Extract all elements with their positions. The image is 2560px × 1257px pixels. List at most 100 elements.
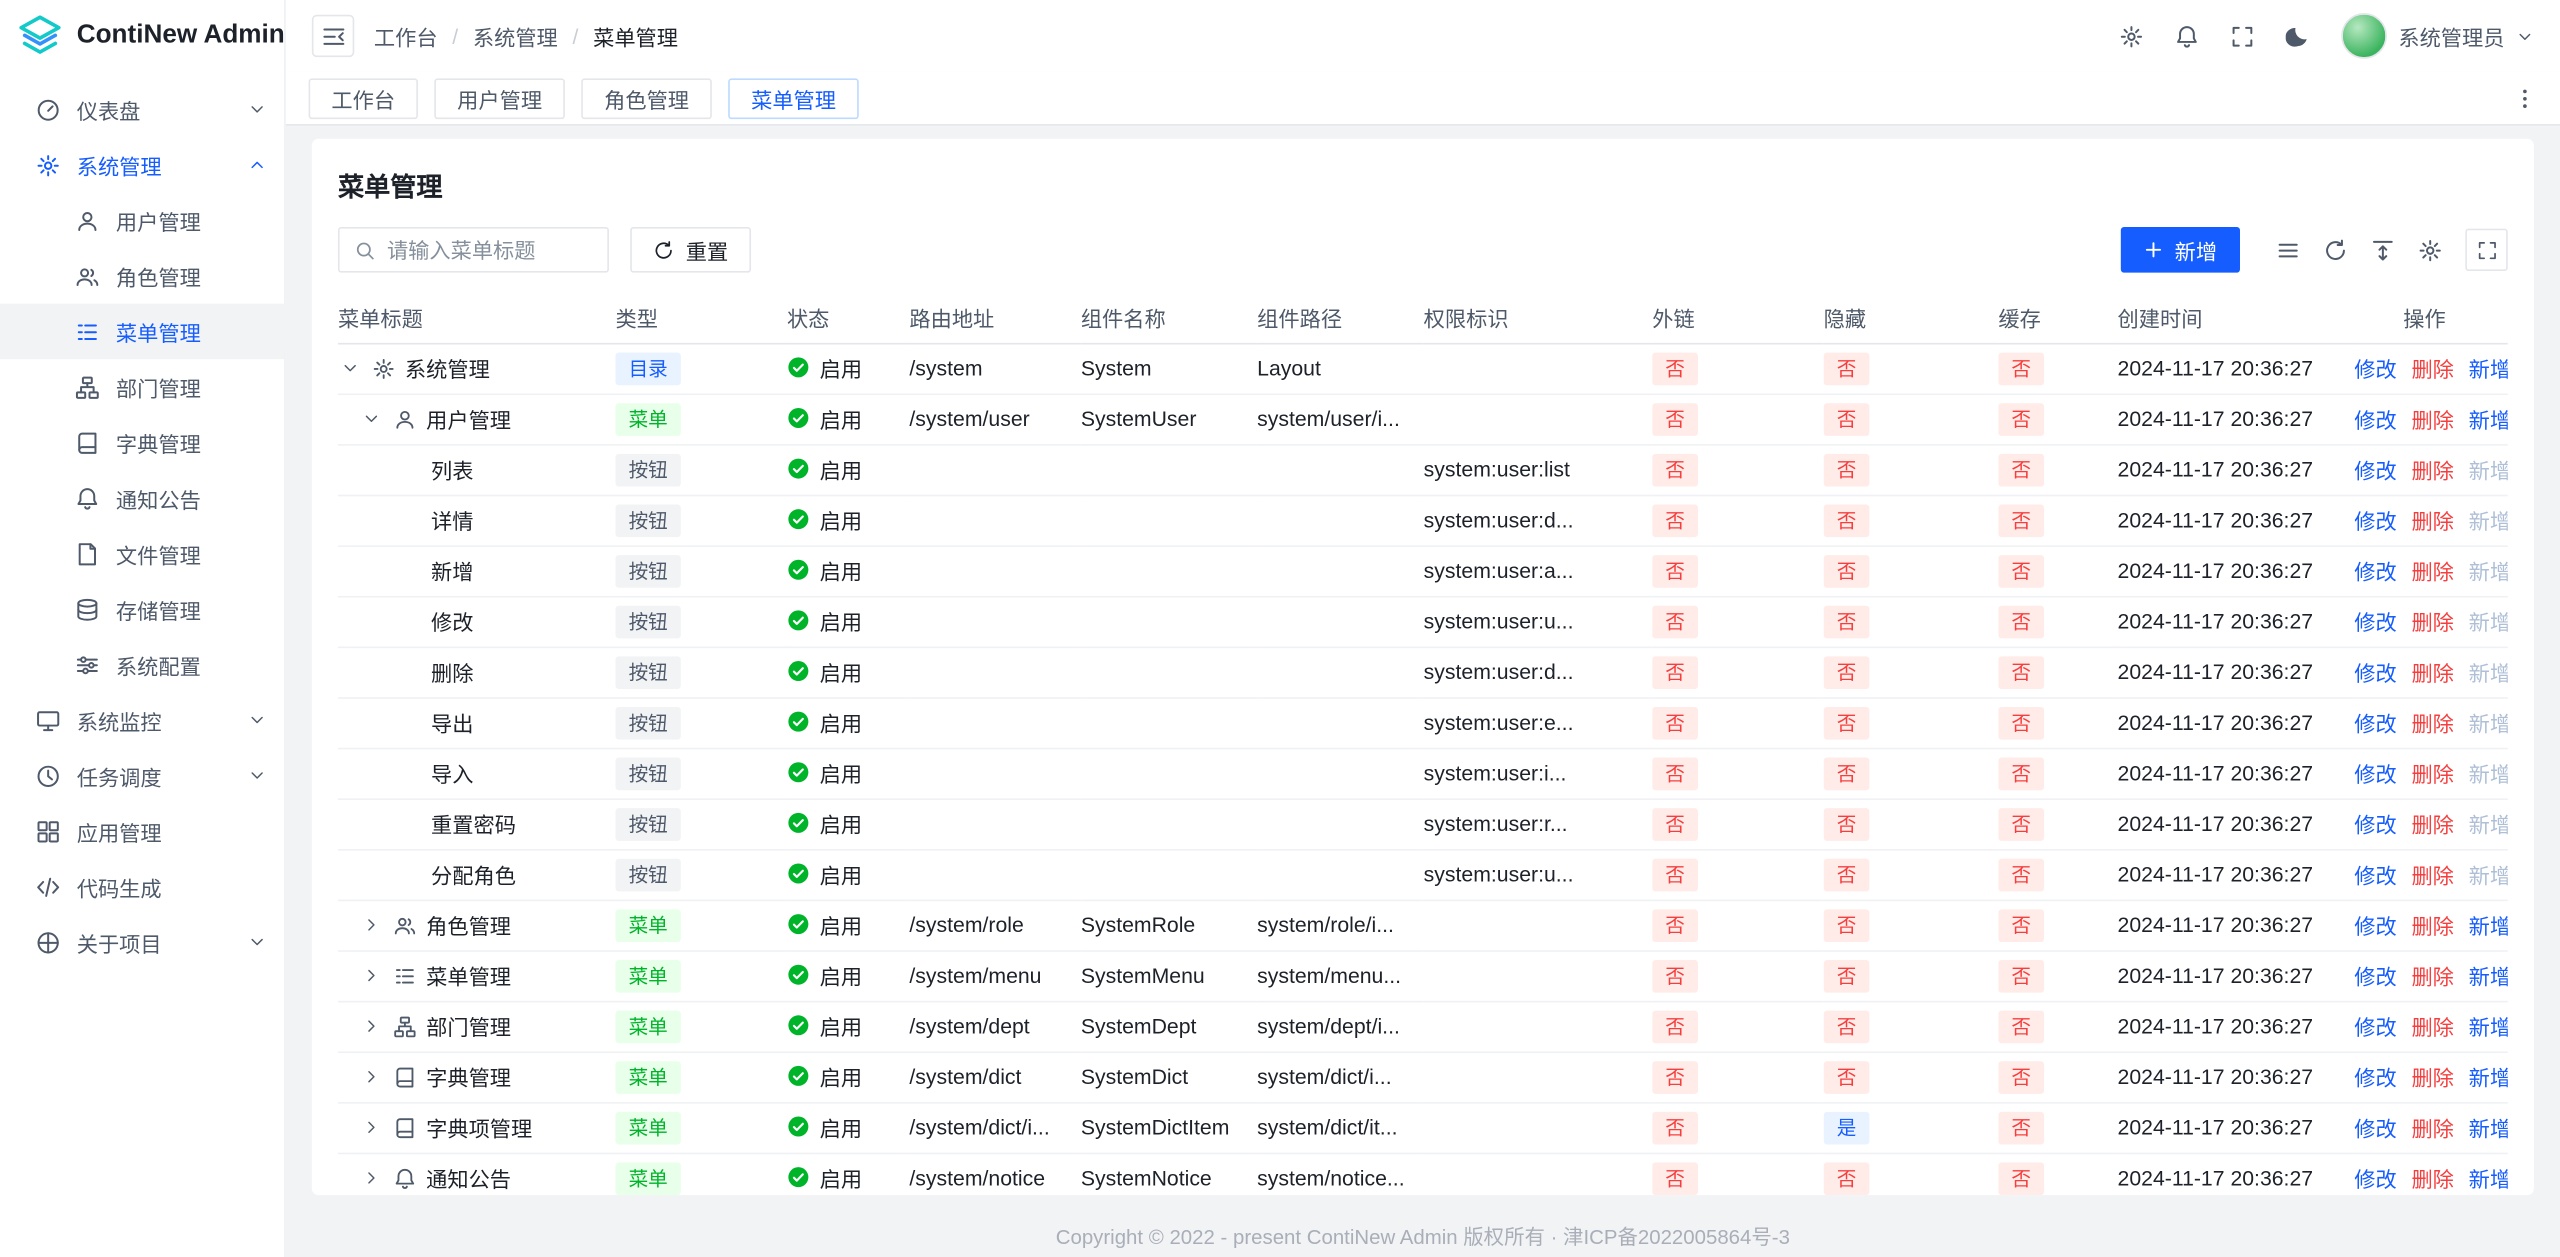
delete-link[interactable]: 删除	[2411, 965, 2453, 989]
delete-link[interactable]: 删除	[2411, 358, 2453, 382]
monitor-icon	[36, 708, 60, 732]
edit-link[interactable]: 修改	[2354, 611, 2396, 635]
tab-item-2[interactable]: 角色管理	[581, 78, 712, 119]
add-link[interactable]: 新增	[2469, 1167, 2508, 1191]
delete-link[interactable]: 删除	[2411, 813, 2453, 837]
add-link[interactable]: 新增	[2469, 408, 2508, 432]
edit-link[interactable]: 修改	[2354, 408, 2396, 432]
expand-row-icon[interactable]	[359, 1014, 383, 1038]
row-height-icon[interactable]	[2371, 238, 2395, 262]
expand-row-icon[interactable]	[359, 1115, 383, 1139]
sidebar-item-9[interactable]: 存储管理	[0, 581, 284, 637]
search-input[interactable]	[387, 238, 593, 262]
reset-button[interactable]: 重置	[630, 227, 751, 273]
add-link[interactable]: 新增	[2469, 965, 2508, 989]
expand-row-icon[interactable]	[359, 1166, 383, 1190]
sidebar-item-0[interactable]: 仪表盘	[0, 82, 284, 138]
add-link[interactable]: 新增	[2469, 611, 2508, 635]
delete-link[interactable]: 删除	[2411, 762, 2453, 786]
search-area-toggle-icon[interactable]	[2276, 238, 2300, 262]
dark-mode-moon-icon[interactable]	[2286, 24, 2310, 48]
edit-link[interactable]: 修改	[2354, 560, 2396, 584]
add-link[interactable]: 新增	[2469, 661, 2508, 685]
sidebar-item-15[interactable]: 关于项目	[0, 914, 284, 970]
tab-item-0[interactable]: 工作台	[309, 78, 418, 119]
sidebar-item-12[interactable]: 任务调度	[0, 748, 284, 804]
sidebar-item-4[interactable]: 菜单管理	[0, 304, 284, 360]
fullscreen-icon[interactable]	[2230, 24, 2254, 48]
sidebar-item-6[interactable]: 字典管理	[0, 415, 284, 471]
delete-link[interactable]: 删除	[2411, 560, 2453, 584]
sidebar-item-7[interactable]: 通知公告	[0, 470, 284, 526]
edit-link[interactable]: 修改	[2354, 358, 2396, 382]
add-link[interactable]: 新增	[2469, 358, 2508, 382]
column-settings-gear-icon[interactable]	[2418, 238, 2442, 262]
logo[interactable]: ContiNew Admin	[0, 0, 284, 72]
delete-link[interactable]: 删除	[2411, 1167, 2453, 1191]
users-icon	[75, 264, 99, 288]
sidebar-item-10[interactable]: 系统配置	[0, 637, 284, 693]
sidebar-item-2[interactable]: 用户管理	[0, 193, 284, 249]
add-link[interactable]: 新增	[2469, 1016, 2508, 1040]
edit-link[interactable]: 修改	[2354, 1066, 2396, 1090]
delete-link[interactable]: 删除	[2411, 914, 2453, 938]
tab-item-1[interactable]: 用户管理	[434, 78, 565, 119]
add-link[interactable]: 新增	[2469, 509, 2508, 533]
edit-link[interactable]: 修改	[2354, 965, 2396, 989]
notification-bell-icon[interactable]	[2175, 24, 2199, 48]
delete-link[interactable]: 删除	[2411, 1066, 2453, 1090]
add-link[interactable]: 新增	[2469, 712, 2508, 736]
add-link[interactable]: 新增	[2469, 914, 2508, 938]
table-fullscreen-icon[interactable]	[2465, 229, 2507, 271]
sidebar-item-13[interactable]: 应用管理	[0, 803, 284, 859]
delete-link[interactable]: 删除	[2411, 459, 2453, 483]
add-link[interactable]: 新增	[2469, 864, 2508, 888]
add-button[interactable]: 新增	[2121, 227, 2240, 273]
tab-options-icon[interactable]	[2513, 86, 2537, 110]
settings-gear-icon[interactable]	[2119, 24, 2143, 48]
delete-link[interactable]: 删除	[2411, 661, 2453, 685]
tab-item-3[interactable]: 菜单管理	[728, 78, 859, 119]
add-link[interactable]: 新增	[2469, 459, 2508, 483]
edit-link[interactable]: 修改	[2354, 864, 2396, 888]
delete-link[interactable]: 删除	[2411, 611, 2453, 635]
sidebar-item-14[interactable]: 代码生成	[0, 859, 284, 915]
sidebar-collapse-button[interactable]	[312, 15, 354, 57]
collapse-row-icon[interactable]	[338, 356, 362, 380]
edit-link[interactable]: 修改	[2354, 459, 2396, 483]
add-link[interactable]: 新增	[2469, 1117, 2508, 1141]
avatar[interactable]	[2341, 13, 2387, 59]
edit-link[interactable]: 修改	[2354, 661, 2396, 685]
delete-link[interactable]: 删除	[2411, 1117, 2453, 1141]
sidebar-item-11[interactable]: 系统监控	[0, 692, 284, 748]
edit-link[interactable]: 修改	[2354, 914, 2396, 938]
edit-link[interactable]: 修改	[2354, 712, 2396, 736]
edit-link[interactable]: 修改	[2354, 762, 2396, 786]
edit-link[interactable]: 修改	[2354, 1016, 2396, 1040]
delete-link[interactable]: 删除	[2411, 408, 2453, 432]
sidebar-item-1[interactable]: 系统管理	[0, 137, 284, 193]
collapse-row-icon[interactable]	[359, 407, 383, 431]
add-link[interactable]: 新增	[2469, 813, 2508, 837]
delete-link[interactable]: 删除	[2411, 864, 2453, 888]
add-link[interactable]: 新增	[2469, 762, 2508, 786]
breadcrumb-item-workbench[interactable]: 工作台	[374, 20, 438, 51]
delete-link[interactable]: 删除	[2411, 509, 2453, 533]
breadcrumb-item-system[interactable]: 系统管理	[473, 20, 558, 51]
user-menu[interactable]: 系统管理员	[2341, 13, 2534, 59]
sidebar-item-8[interactable]: 文件管理	[0, 526, 284, 582]
refresh-table-icon[interactable]	[2323, 238, 2347, 262]
add-link[interactable]: 新增	[2469, 560, 2508, 584]
expand-row-icon[interactable]	[359, 963, 383, 987]
edit-link[interactable]: 修改	[2354, 1117, 2396, 1141]
add-link[interactable]: 新增	[2469, 1066, 2508, 1090]
sidebar-item-3[interactable]: 角色管理	[0, 248, 284, 304]
edit-link[interactable]: 修改	[2354, 813, 2396, 837]
delete-link[interactable]: 删除	[2411, 712, 2453, 736]
sidebar-item-5[interactable]: 部门管理	[0, 359, 284, 415]
edit-link[interactable]: 修改	[2354, 1167, 2396, 1191]
expand-row-icon[interactable]	[359, 1064, 383, 1088]
edit-link[interactable]: 修改	[2354, 509, 2396, 533]
expand-row-icon[interactable]	[359, 913, 383, 937]
delete-link[interactable]: 删除	[2411, 1016, 2453, 1040]
